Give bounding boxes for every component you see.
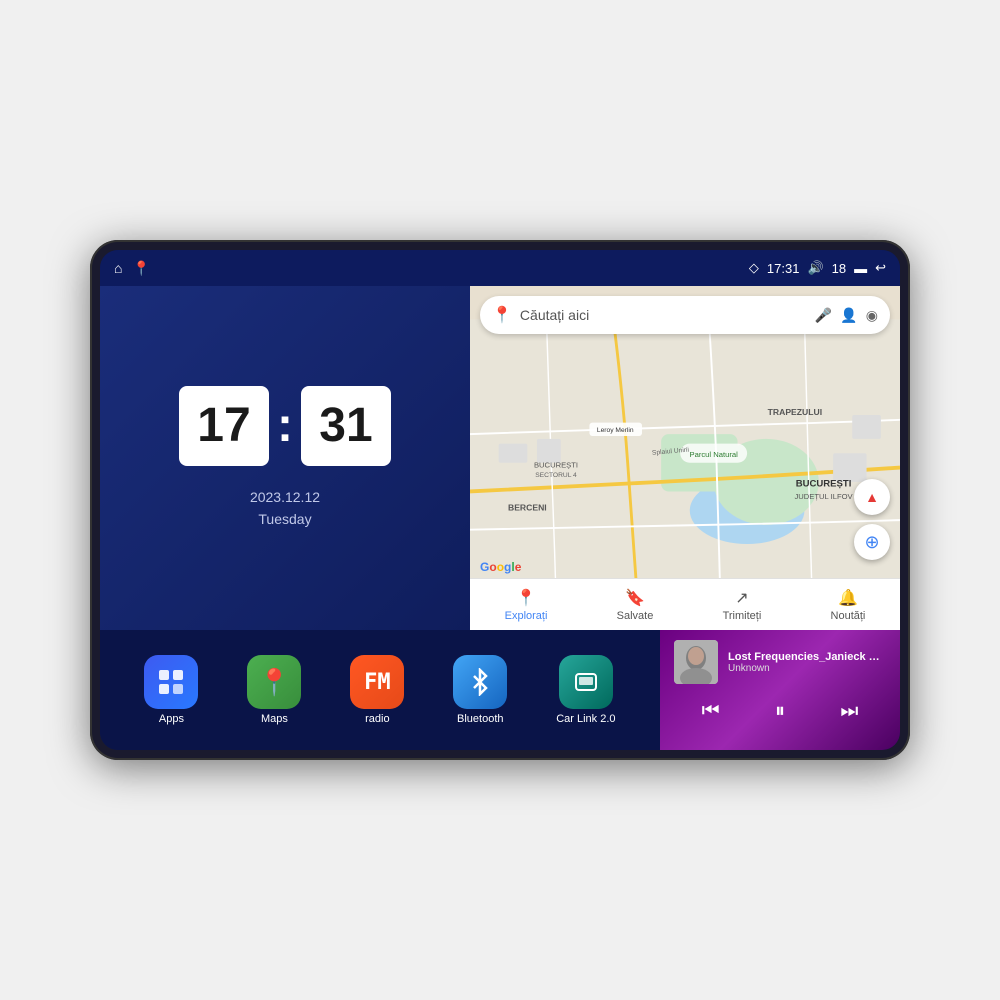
app-radio[interactable]: FM radio: [350, 655, 404, 725]
volume-icon: 🔊: [807, 260, 823, 276]
send-label: Trimiteți: [723, 610, 762, 622]
radio-icon-wrapper: FM: [350, 655, 404, 709]
send-icon: ↗: [735, 588, 748, 608]
apps-label: Apps: [159, 713, 184, 725]
home-icon[interactable]: ⌂: [114, 260, 122, 276]
svg-text:Leroy Merlin: Leroy Merlin: [597, 427, 634, 434]
bluetooth-label: Bluetooth: [457, 713, 503, 725]
carlink-icon: [572, 668, 600, 696]
voice-search-icon[interactable]: 🎤: [815, 307, 832, 324]
explore-label: Explorați: [505, 610, 548, 622]
saved-icon: 🔖: [625, 588, 645, 608]
clock-minute: 31: [301, 386, 391, 466]
volume-level: 18: [832, 261, 846, 276]
carlink-icon-wrapper: [559, 655, 613, 709]
svg-text:TRAPEZULUI: TRAPEZULUI: [768, 407, 822, 417]
music-panel: Lost Frequencies_Janieck Devy-... Unknow…: [660, 630, 900, 750]
play-pause-button[interactable]: ⏸: [767, 696, 793, 727]
clock-panel: 17 : 31 2023.12.12 Tuesday: [100, 286, 470, 630]
map-search-actions: 🎤 👤 ◉: [815, 307, 878, 324]
music-controls: ⏮ ⏸ ⏭: [674, 696, 886, 727]
maps-label: Maps: [261, 713, 288, 725]
bluetooth-icon: [466, 668, 494, 696]
svg-text:JUDEȚUL ILFOV: JUDEȚUL ILFOV: [794, 492, 853, 501]
music-title: Lost Frequencies_Janieck Devy-...: [728, 651, 886, 663]
svg-text:Parcul Natural: Parcul Natural: [690, 450, 739, 459]
map-nav-news[interactable]: 🔔 Noutăți: [831, 588, 866, 622]
app-maps[interactable]: 📍 Maps: [247, 655, 301, 725]
map-bottom-nav: 📍 Explorați 🔖 Salvate ↗ Trimiteți 🔔: [470, 578, 900, 630]
map-nav-explore[interactable]: 📍 Explorați: [505, 588, 548, 622]
map-location-button[interactable]: ⊕: [854, 524, 890, 560]
bluetooth-icon-wrapper: [453, 655, 507, 709]
top-section: 17 : 31 2023.12.12 Tuesday: [100, 286, 900, 630]
location-icon[interactable]: 📍: [132, 260, 149, 277]
back-icon[interactable]: ↩: [875, 260, 886, 276]
clock-date: 2023.12.12 Tuesday: [250, 486, 320, 531]
maps-logo-icon: 📍: [492, 305, 512, 325]
app-apps[interactable]: Apps: [144, 655, 198, 725]
next-button[interactable]: ⏭: [832, 696, 866, 727]
device-screen: ⌂ 📍 ◇ 17:31 🔊 18 ▬ ↩ 17 :: [100, 250, 900, 750]
crosshair-icon: ⊕: [864, 532, 879, 553]
news-icon: 🔔: [838, 588, 858, 608]
radio-icon: FM: [364, 670, 391, 695]
status-left: ⌂ 📍: [114, 260, 150, 277]
profile-icon[interactable]: 👤: [840, 307, 857, 324]
map-nav-send[interactable]: ↗ Trimiteți: [723, 588, 762, 622]
device-frame: ⌂ 📍 ◇ 17:31 🔊 18 ▬ ↩ 17 :: [90, 240, 910, 760]
radio-label: radio: [365, 713, 389, 725]
apps-area: Apps 📍 Maps FM radio: [100, 630, 660, 750]
svg-text:BERCENI: BERCENI: [508, 503, 547, 513]
layers-icon[interactable]: ◉: [866, 307, 878, 324]
app-bluetooth[interactable]: Bluetooth: [453, 655, 507, 725]
map-search-placeholder[interactable]: Căutați aici: [520, 307, 807, 323]
explore-icon: 📍: [516, 588, 536, 608]
prev-button[interactable]: ⏮: [694, 696, 728, 727]
app-carlink[interactable]: Car Link 2.0: [556, 655, 615, 725]
music-artist: Unknown: [728, 663, 886, 674]
main-content: 17 : 31 2023.12.12 Tuesday: [100, 286, 900, 750]
maps-icon: 📍: [258, 667, 290, 698]
map-search-bar[interactable]: 📍 Căutați aici 🎤 👤 ◉: [480, 296, 890, 334]
status-right: ◇ 17:31 🔊 18 ▬ ↩: [749, 260, 886, 276]
signal-icon: ◇: [749, 260, 759, 276]
map-panel[interactable]: Parcul Natural TRAPEZULUI BUCUREȘTI JUDE…: [470, 286, 900, 630]
music-album-art: [674, 640, 718, 684]
clock-display: 17 : 31: [179, 386, 391, 466]
apps-grid-icon: [157, 668, 185, 696]
saved-label: Salvate: [617, 610, 654, 622]
compass-icon: ▲: [865, 489, 879, 505]
music-text: Lost Frequencies_Janieck Devy-... Unknow…: [728, 651, 886, 674]
news-label: Noutăți: [831, 610, 866, 622]
map-compass-button[interactable]: ▲: [854, 479, 890, 515]
svg-text:BUCUREȘTI: BUCUREȘTI: [796, 479, 852, 490]
apps-icon-wrapper: [144, 655, 198, 709]
status-bar: ⌂ 📍 ◇ 17:31 🔊 18 ▬ ↩: [100, 250, 900, 286]
google-logo: Google: [480, 560, 521, 574]
map-nav-saved[interactable]: 🔖 Salvate: [617, 588, 654, 622]
battery-icon: ▬: [854, 261, 867, 276]
bottom-section: Apps 📍 Maps FM radio: [100, 630, 900, 750]
svg-text:SECTORUL 4: SECTORUL 4: [535, 472, 577, 479]
status-time: 17:31: [767, 261, 800, 276]
clock-colon: :: [277, 386, 293, 466]
album-art-image: [674, 640, 718, 684]
svg-text:BUCUREȘTI: BUCUREȘTI: [534, 461, 578, 470]
music-info: Lost Frequencies_Janieck Devy-... Unknow…: [674, 640, 886, 684]
maps-icon-wrapper: 📍: [247, 655, 301, 709]
carlink-label: Car Link 2.0: [556, 713, 615, 725]
clock-hour: 17: [179, 386, 269, 466]
